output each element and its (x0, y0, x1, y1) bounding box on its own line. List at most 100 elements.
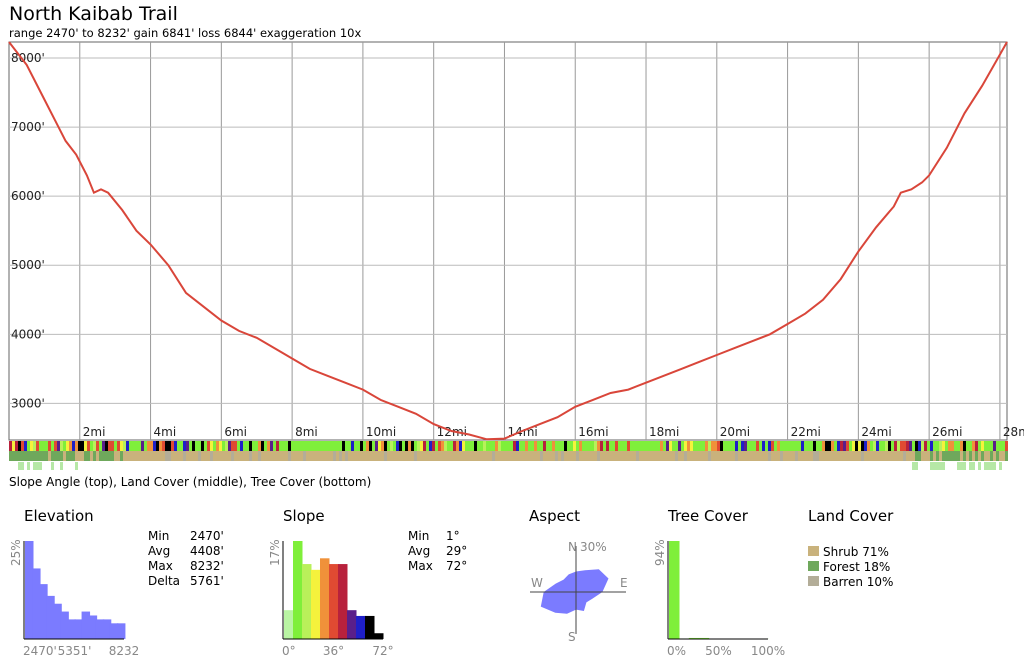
land-strip-cell (54, 451, 57, 461)
aspect-rose (540, 569, 609, 614)
land-strip-cell (45, 451, 48, 461)
slope-strip-cell (516, 441, 519, 451)
stat-label: Delta (148, 574, 180, 588)
slope-strip-cell (456, 441, 459, 451)
slope-strip-cell (126, 441, 129, 451)
land-strip-cell (9, 451, 12, 461)
land-strip-cell (708, 451, 711, 461)
land-strip-cell (57, 451, 60, 461)
legend-label: Barren 10% (823, 575, 893, 589)
elevation-line (8, 41, 1008, 441)
slope-strip-cell (951, 441, 954, 451)
stat-label: Min (408, 529, 429, 543)
slope-strip-cell (756, 441, 759, 451)
slope-strip-cell (453, 441, 456, 451)
slope-strip-cell (102, 441, 105, 451)
y-tick-label: 4000' (11, 327, 45, 341)
x-tick-label: 18mi (649, 425, 679, 439)
slope-strip-cell (981, 441, 984, 451)
slope-strip-cell (75, 441, 78, 451)
slope-strip-cell (615, 441, 618, 451)
slope-strip-cell (30, 441, 33, 451)
slope-strip-cell (96, 441, 99, 451)
slope-strip-cell (186, 441, 189, 451)
slope-strip-cell (111, 441, 114, 451)
slope-strip-cell (828, 441, 831, 451)
slope-strip-cell (240, 441, 243, 451)
slope-strip-cell (996, 441, 999, 451)
histogram-x-tick-label: 0° (282, 644, 296, 658)
land-strip-cell (183, 451, 186, 461)
land-strip-cell (576, 451, 579, 461)
slope-strip-cell (228, 441, 231, 451)
tree-strip-cell (984, 462, 987, 470)
slope-strip-cell (915, 441, 918, 451)
slope-strip-cell (885, 441, 888, 451)
histogram-bar (669, 541, 680, 639)
slope-strip-cell (708, 441, 711, 451)
slope-strip-cell (975, 441, 978, 451)
slope-strip-cell (768, 441, 771, 451)
slope-strip-cell (735, 441, 738, 451)
slope-strip-cell (264, 441, 267, 451)
slope-strip-cell (342, 441, 345, 451)
slope-strip-cell (171, 441, 174, 451)
land-cover-strip (9, 451, 1008, 461)
land-strip-cell (93, 451, 96, 461)
slope-strip-cell (639, 441, 642, 451)
histogram-bar (374, 633, 384, 639)
histogram-x-tick-label: 2470' (23, 644, 57, 658)
land-strip-cell (954, 451, 957, 461)
slope-strip-cell (249, 441, 252, 451)
slope-strip-cell (366, 441, 369, 451)
tree-strip-cell (21, 462, 24, 470)
land-strip-cell (168, 451, 171, 461)
slope-strip-cell (711, 441, 714, 451)
x-tick-label: 22mi (791, 425, 821, 439)
slope-strip-cell (60, 441, 63, 451)
slope-strip-cell (72, 441, 75, 451)
slope-strip-cell (87, 441, 90, 451)
slope-strip-cell (219, 441, 222, 451)
slope-strip-cell (930, 441, 933, 451)
slope-strip-cell (234, 441, 237, 451)
slope-strip-cell (147, 441, 150, 451)
slope-strip-cell (24, 441, 27, 451)
land-strip-cell (288, 451, 291, 461)
slope-strip-cell (813, 441, 816, 451)
elevation-histogram (23, 541, 126, 640)
slope-strip-cell (54, 441, 57, 451)
stat-value: 2470' (190, 529, 224, 543)
y-tick-label: 6000' (11, 189, 45, 203)
histogram-bar (329, 564, 339, 639)
slope-strip-cell (120, 441, 123, 451)
slope-strip-cell (207, 441, 210, 451)
legend-swatch (808, 561, 819, 571)
slope-strip-cell (618, 441, 621, 451)
stat-label: Avg (148, 544, 170, 558)
slope-strip-cell (909, 441, 912, 451)
land-strip-cell (384, 451, 387, 461)
x-tick-label: 2mi (83, 425, 106, 439)
land-strip-base (9, 451, 1007, 461)
slope-strip-cell (948, 441, 951, 451)
land-strip-cell (684, 451, 687, 461)
slope-strip-cell (744, 441, 747, 451)
land-strip-cell (87, 451, 90, 461)
slope-strip-cell (687, 441, 690, 451)
slope-strip-cell (288, 441, 291, 451)
slope-strip-cell (720, 441, 723, 451)
x-tick-label: 26mi (932, 425, 962, 439)
slope-strip-cell (144, 441, 147, 451)
slope-strip-cell (105, 441, 108, 451)
x-tick-label: 10mi (366, 425, 396, 439)
slope-strip-cell (597, 441, 600, 451)
slope-strip-cell (150, 441, 153, 451)
slope-strip-cell (918, 441, 921, 451)
slope-strip-cell (12, 441, 15, 451)
slope-strip-cell (201, 441, 204, 451)
slope-strip-cell (660, 441, 663, 451)
land-strip-cell (963, 451, 966, 461)
land-strip-cell (210, 451, 213, 461)
slope-strip-cell (864, 441, 867, 451)
